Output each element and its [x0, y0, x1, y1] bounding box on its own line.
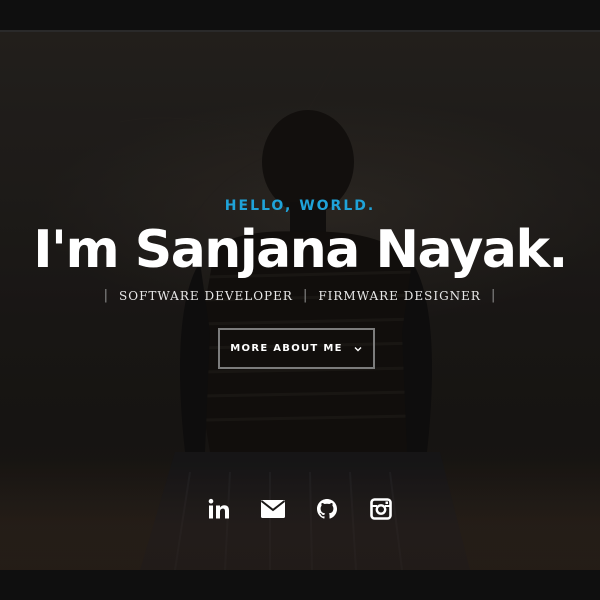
linkedin-link[interactable] — [206, 496, 232, 522]
more-about-me-button[interactable]: MORE ABOUT ME — [218, 328, 375, 369]
instagram-icon — [370, 498, 392, 520]
hero-headline: I'm Sanjana Nayak. — [33, 220, 568, 280]
role-separator: | — [103, 288, 110, 303]
chevron-down-icon — [353, 344, 363, 354]
github-icon — [317, 499, 337, 519]
more-about-me-label: MORE ABOUT ME — [230, 343, 343, 354]
role-separator: | — [490, 288, 497, 303]
bottom-bar — [0, 570, 600, 600]
role-software-developer: SOFTWARE DEVELOPER — [119, 288, 293, 303]
instagram-link[interactable] — [368, 496, 394, 522]
linkedin-icon — [208, 498, 229, 519]
role-firmware-designer: FIRMWARE DESIGNER — [318, 288, 481, 303]
email-link[interactable] — [260, 496, 286, 522]
roles-line: | SOFTWARE DEVELOPER | FIRMWARE DESIGNER… — [0, 288, 600, 303]
github-link[interactable] — [314, 496, 340, 522]
social-links — [0, 496, 600, 522]
hero-content: HELLO, WORLD. I'm Sanjana Nayak. | SOFTW… — [0, 32, 600, 570]
mail-icon — [260, 500, 286, 518]
page: HELLO, WORLD. I'm Sanjana Nayak. | SOFTW… — [0, 0, 600, 600]
role-separator: | — [302, 288, 309, 303]
hero-eyebrow: HELLO, WORLD. — [224, 198, 376, 214]
top-bar — [0, 0, 600, 32]
